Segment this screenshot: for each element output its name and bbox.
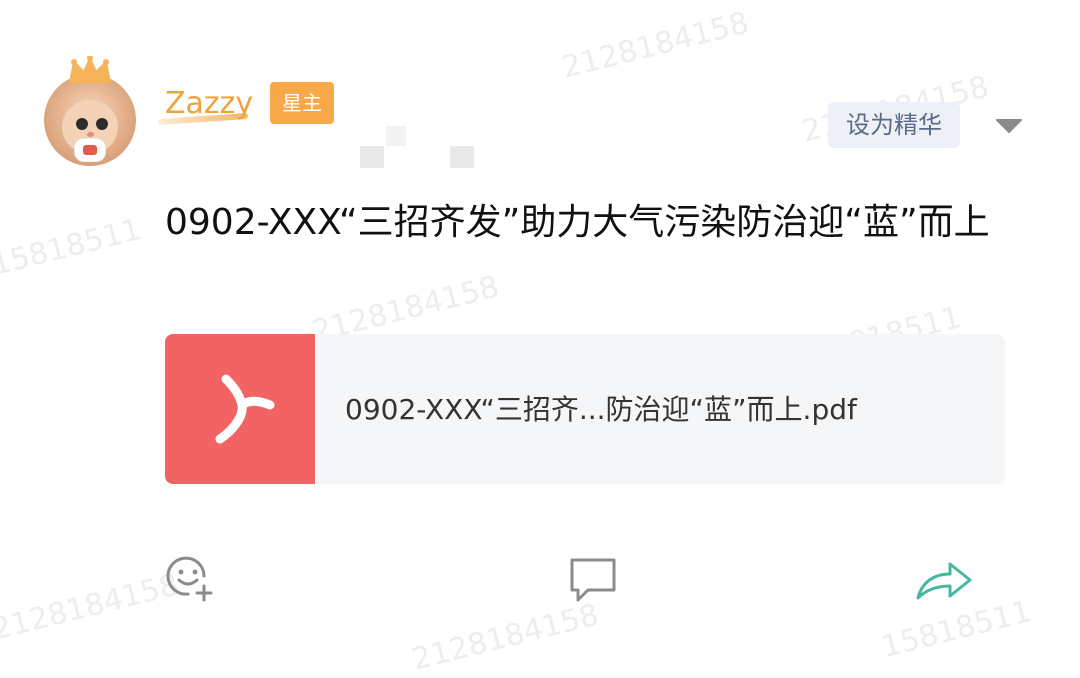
blurred-text [450,146,474,168]
avatar-eye [96,118,108,130]
file-name: 0902-XXX“三招齐...防治迎“蓝”而上.pdf [345,393,857,426]
watermark-text: 15818511 [0,212,145,283]
comment-bubble-icon[interactable] [566,554,620,606]
blurred-text [386,126,406,146]
avatar-paw [74,138,106,162]
watermark-text: 2128184158 [0,567,183,648]
avatar[interactable] [44,74,136,166]
avatar-eye [76,118,88,130]
watermark-text: 2128184158 [408,597,603,678]
avatar-nose [87,132,94,137]
pdf-attachment-card[interactable]: 0902-XXX“三招齐...防治迎“蓝”而上.pdf [165,334,1005,484]
set-featured-button[interactable]: 设为精华 [828,102,960,148]
smiley-add-icon[interactable] [164,552,216,604]
owner-badge: 星主 [270,82,334,124]
post-title[interactable]: 0902-XXX“三招齐发”助力大气污染防治迎“蓝”而上 [165,194,1015,251]
crown-icon [69,56,111,83]
share-arrow-icon[interactable] [914,556,974,604]
pdf-acrobat-symbol [215,374,275,444]
pdf-icon [165,334,315,484]
watermark-text: 2128184158 [558,5,753,86]
watermark-text: 15818511 [878,594,1035,665]
triangle-down-icon[interactable] [995,118,1023,134]
blurred-text [360,146,384,168]
